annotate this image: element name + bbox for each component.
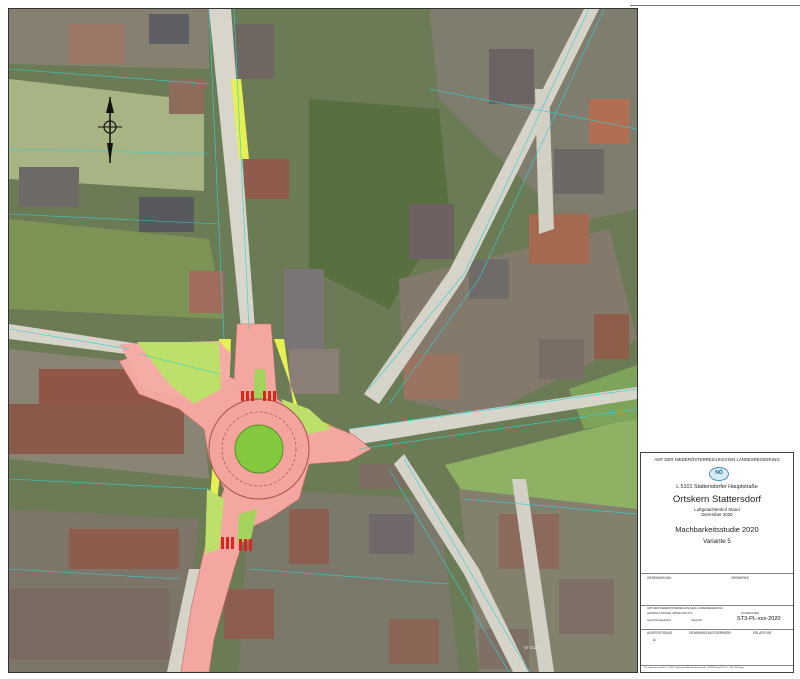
field-bearbeitet: Gezeichnet/geändert	[647, 619, 672, 622]
roundabout	[208, 398, 310, 500]
logo-text: NÖ	[715, 470, 723, 476]
sheet-fold-line	[630, 5, 800, 8]
noe-logo-icon: NÖ	[709, 467, 729, 481]
field-gruppe: GRUPPE STRASSE, ABTEILUNG ST3	[647, 612, 693, 615]
map-road-label: ST 202	[524, 645, 538, 650]
file-path: P:\Landesstrassen\ST3_L5101_Stattersdorf…	[644, 667, 744, 669]
road-designation: L 5101 Stattersdorfer Hauptstraße	[676, 484, 758, 490]
field-ausfertigung: AUSFERTIGUNG	[647, 631, 673, 635]
variant-label: Variante 5	[703, 538, 731, 545]
agency-name: AMT DER NIEDERÖSTERREICHISCHEN LANDESREG…	[654, 457, 780, 462]
title-block: AMT DER NIEDERÖSTERREICHISCHEN LANDESREG…	[640, 452, 794, 673]
plan-sheet: ST 202 AMT DER NIEDERÖSTERREICHISCHEN LA…	[0, 0, 800, 679]
map-canvas: ST 202	[9, 9, 637, 672]
project-title: Ortskern Stattersdorf	[672, 494, 762, 505]
field-genehmigung: GENEHMIGUNG	[647, 576, 672, 580]
field-vermerke: VERMERKE	[731, 576, 749, 580]
tb-divider	[641, 629, 793, 630]
client-line-2: Dezember 2020	[701, 512, 733, 517]
aerial-map[interactable]: ST 202	[8, 8, 638, 673]
field-amt: AMT DER NIEDERÖSTERREICHISCHEN LANDESREG…	[647, 607, 723, 610]
tb-divider	[641, 573, 793, 574]
field-geprueft: Überprüft	[691, 619, 702, 622]
ausfertigung-value: A	[653, 637, 656, 642]
tb-divider	[641, 605, 793, 606]
field-erlass: ERLASS NR.	[753, 631, 772, 635]
field-genehmigungsvermerk: GENEHMIGUNGSVERMERK	[689, 631, 732, 635]
study-title: Machbarkeitsstudie 2020	[675, 525, 759, 534]
plan-number: ST3-PL-xxx-2020	[737, 616, 781, 622]
